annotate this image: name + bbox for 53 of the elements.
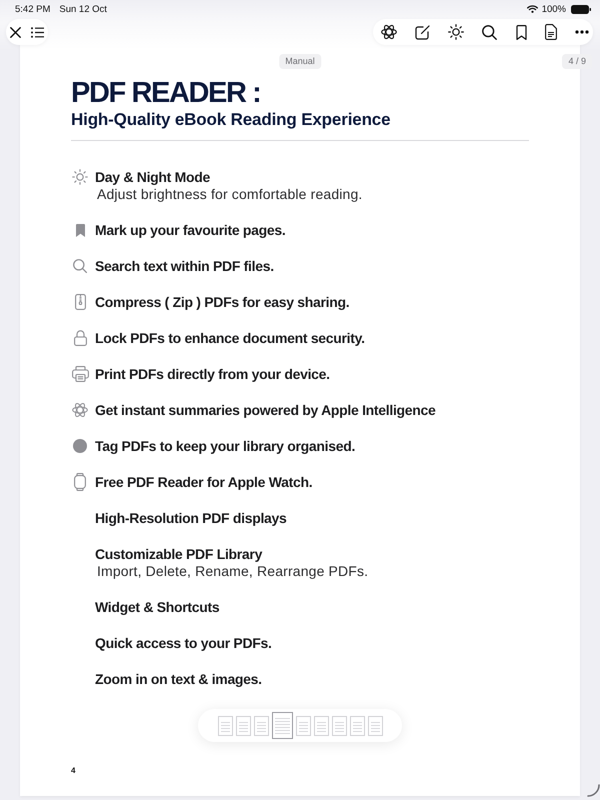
- resize-handle-icon[interactable]: [587, 784, 600, 797]
- more-icon[interactable]: [574, 30, 589, 34]
- page-thumbnail[interactable]: [296, 716, 310, 736]
- page-thumbnail[interactable]: [218, 716, 232, 736]
- document-label: Manual: [279, 54, 321, 69]
- wifi-icon: [526, 5, 538, 13]
- document-subtitle: High-Quality eBook Reading Experience: [71, 110, 390, 130]
- battery-percentage: 100%: [542, 4, 566, 14]
- bookmark-icon: [76, 224, 84, 236]
- zipper-document-icon: [74, 294, 86, 310]
- status-time: 5:42 PM: [15, 4, 50, 14]
- feature-title: Zoom in on text & images.: [95, 670, 262, 688]
- feature-title: Day & Night Mode: [95, 168, 210, 186]
- printer-icon: [72, 366, 88, 382]
- feature-title: Get instant summaries powered by Apple Intelligence: [95, 401, 436, 419]
- watch-icon: [74, 473, 86, 491]
- page-number: 4: [71, 766, 76, 776]
- close-icon[interactable]: [10, 26, 21, 38]
- feature-title: Widget & Shortcuts: [95, 598, 220, 616]
- dot-icon: [73, 439, 87, 453]
- feature-title: Compress ( Zip ) PDFs for easy sharing.: [95, 293, 350, 311]
- feature-description: Import, Delete, Rename, Rearrange PDFs.: [97, 563, 368, 580]
- sun-icon: [72, 169, 88, 185]
- feature-title: Free PDF Reader for Apple Watch.: [95, 473, 312, 491]
- lock-icon: [74, 330, 86, 346]
- status-date: Sun 12 Oct: [59, 4, 107, 14]
- feature-title: Customizable PDF Library: [95, 545, 262, 563]
- battery-icon: [571, 4, 591, 14]
- feature-title: Lock PDFs to enhance document security.: [95, 329, 365, 347]
- page-thumbnail[interactable]: [332, 716, 346, 736]
- page-thumbnail[interactable]: [254, 716, 268, 736]
- bookmark-icon[interactable]: [516, 24, 527, 40]
- page-thumbnail[interactable]: [314, 716, 328, 736]
- feature-title: Search text within PDF files.: [95, 257, 274, 275]
- page-thumbnail[interactable]: [272, 712, 292, 739]
- edit-icon[interactable]: [415, 24, 430, 40]
- page-thumbnail[interactable]: [236, 716, 250, 736]
- list-icon[interactable]: [31, 26, 44, 38]
- sun-icon[interactable]: [448, 24, 464, 40]
- document-icon[interactable]: [544, 24, 557, 40]
- atom-icon: [72, 402, 88, 418]
- feature-description: Adjust brightness for comfortable reading.: [97, 186, 362, 203]
- search-icon[interactable]: [482, 24, 498, 40]
- feature-title: Quick access to your PDFs.: [95, 634, 272, 652]
- document-title: PDF READER :: [71, 77, 260, 109]
- feature-title: Print PDFs directly from your device.: [95, 365, 330, 383]
- feature-title: High-Resolution PDF displays: [95, 509, 287, 527]
- search-icon: [73, 259, 87, 273]
- page-thumbnail[interactable]: [350, 716, 364, 736]
- feature-title: Tag PDFs to keep your library organised.: [95, 437, 356, 455]
- page-thumbnail[interactable]: [368, 716, 382, 736]
- feature-title: Mark up your favourite pages.: [95, 221, 286, 239]
- atom-icon[interactable]: [381, 24, 397, 40]
